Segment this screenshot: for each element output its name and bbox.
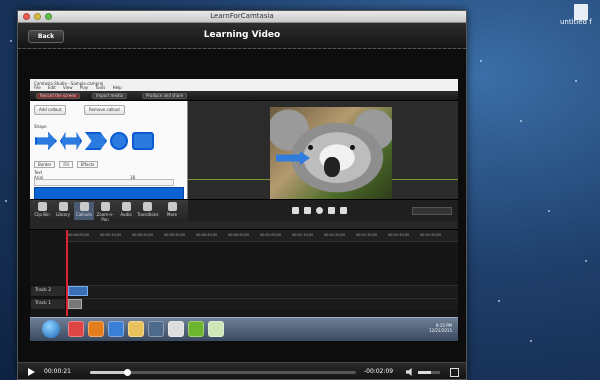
track-1-lane — [66, 298, 458, 310]
shape-label: Shape — [34, 124, 47, 129]
desktop-file-label: untitled f — [560, 18, 592, 26]
app-icon — [168, 321, 184, 337]
callouts-tab: Callouts — [74, 202, 94, 220]
chrome-icon — [68, 321, 84, 337]
ruler-tick: 00:01:10;00 — [292, 233, 314, 237]
ruler-tick: 00:00:40;00 — [196, 233, 218, 237]
folder-icon — [128, 321, 144, 337]
add-callout-button: Add callout — [34, 105, 67, 115]
koala-eye — [350, 145, 355, 150]
menu-tools: Tools — [95, 85, 106, 90]
record-screen-button: Record the screen — [36, 93, 81, 99]
preview-play-icon — [316, 207, 323, 214]
koala-nose — [324, 157, 340, 177]
audio-tab: Audio — [116, 202, 136, 220]
title-bar: LearnForCamtasia — [18, 11, 466, 23]
step-forward-icon — [328, 207, 335, 214]
import-media-button: Import media — [92, 93, 128, 99]
ruler-tick: 00:00:30;00 — [164, 233, 186, 237]
circle-shape — [110, 132, 128, 150]
preview-controls — [188, 199, 458, 221]
preview-canvas — [188, 101, 458, 199]
tray-date: 12/21/2015 — [428, 328, 452, 333]
video-controls: 00:00:21 -00:02:09 — [18, 362, 466, 379]
format-toolbar — [34, 179, 174, 186]
window-title: LearnForCamtasia — [210, 12, 274, 20]
track-2-label: Track 2 — [30, 285, 66, 297]
progress-bar[interactable] — [90, 369, 356, 376]
page-title: Learning Video — [203, 30, 281, 40]
track-2-lane — [66, 285, 458, 297]
firefox-icon — [88, 321, 104, 337]
callout-clip — [68, 286, 88, 296]
produce-share-button: Produce and share — [142, 93, 188, 99]
system-tray: 9:15 PM 12/21/2015 — [429, 323, 452, 333]
arrow-callout-overlay — [276, 151, 310, 165]
preview-time-display — [412, 207, 452, 215]
camtasia-recorder-icon — [208, 321, 224, 337]
windows-taskbar: 9:15 PM 12/21/2015 — [30, 317, 458, 341]
ruler-tick: 00:01:40;00 — [388, 233, 410, 237]
timeline-playhead — [66, 230, 68, 316]
ruler-tick: 00:01:30;00 — [356, 233, 378, 237]
remaining-time: -00:02:09 — [364, 368, 394, 375]
video-frame[interactable]: Camtasia Studio - Sample.camproj File Ed… — [30, 79, 458, 341]
timeline-ruler: 00:00:00;00 00:00:10;00 00:00:20;00 00:0… — [66, 230, 458, 242]
header-bar: Back Learning Video — [18, 23, 466, 49]
border-select: Border — [34, 161, 56, 168]
ruler-tick: 00:01:20;00 — [324, 233, 346, 237]
volume-slider[interactable] — [418, 371, 440, 374]
fill-select: Fill — [59, 161, 73, 168]
menu-file: File — [34, 85, 41, 90]
video-clip — [68, 299, 82, 309]
elapsed-time: 00:00:21 — [44, 368, 71, 375]
menu-play: Play — [79, 85, 89, 90]
internet-explorer-icon — [108, 321, 124, 337]
arrow-shape — [35, 132, 57, 150]
menu-view: View — [63, 85, 73, 90]
clip-bin-tabs: Clip Bin Library Callouts Zoom-n-Pan Aud… — [30, 199, 188, 222]
rewind-icon — [292, 207, 299, 214]
koala-image — [270, 107, 392, 199]
ruler-tick: 00:01:00;00 — [260, 233, 282, 237]
app-window: LearnForCamtasia Back Learning Video Cam… — [17, 10, 467, 380]
effects-select: Effects — [76, 161, 99, 168]
rectangle-shape — [132, 132, 154, 150]
more-tab: More — [162, 202, 182, 220]
progress-fill — [90, 371, 128, 374]
volume-icon[interactable] — [406, 368, 412, 376]
camtasia-icon — [188, 321, 204, 337]
ruler-tick: 00:00:50;00 — [228, 233, 250, 237]
clip-bin-tab: Clip Bin — [32, 202, 52, 220]
track-1-label: Track 1 — [30, 298, 66, 310]
ruler-tick: 00:00:10;00 — [100, 233, 122, 237]
library-tab: Library — [53, 202, 73, 220]
chevron-shape — [85, 132, 107, 150]
windows-start-icon — [42, 320, 60, 338]
transitions-tab: Transitions — [137, 202, 158, 220]
ruler-tick: 00:00:20;00 — [132, 233, 154, 237]
volume-fill — [418, 371, 432, 374]
zoom-pan-tab: Zoom-n-Pan — [95, 202, 115, 222]
desktop-file[interactable]: untitled f — [560, 0, 600, 30]
fullscreen-icon[interactable] — [450, 368, 459, 377]
step-back-icon — [304, 207, 311, 214]
ruler-tick: 00:00:00;00 — [68, 233, 90, 237]
timeline-toolbar — [30, 221, 458, 230]
play-icon[interactable] — [28, 368, 35, 376]
fast-forward-icon — [340, 207, 347, 214]
remove-callout-button: Remove callout — [84, 105, 125, 115]
camtasia-toolbar: Record the screen Import media Produce a… — [30, 91, 458, 101]
media-player-icon — [148, 321, 164, 337]
koala-eye — [308, 145, 313, 150]
camtasia-menu-bar: Camtasia Studio - Sample.camproj File Ed… — [30, 79, 458, 91]
double-arrow-shape — [60, 132, 82, 150]
ruler-tick: 00:01:50;00 — [420, 233, 442, 237]
menu-help: Help — [112, 85, 122, 90]
progress-knob[interactable] — [124, 369, 132, 376]
timeline: 00:00:00;00 00:00:10;00 00:00:20;00 00:0… — [30, 221, 458, 317]
callout-task-panel: Add callout Remove callout Shape Border … — [30, 101, 188, 211]
menu-edit: Edit — [47, 85, 56, 90]
